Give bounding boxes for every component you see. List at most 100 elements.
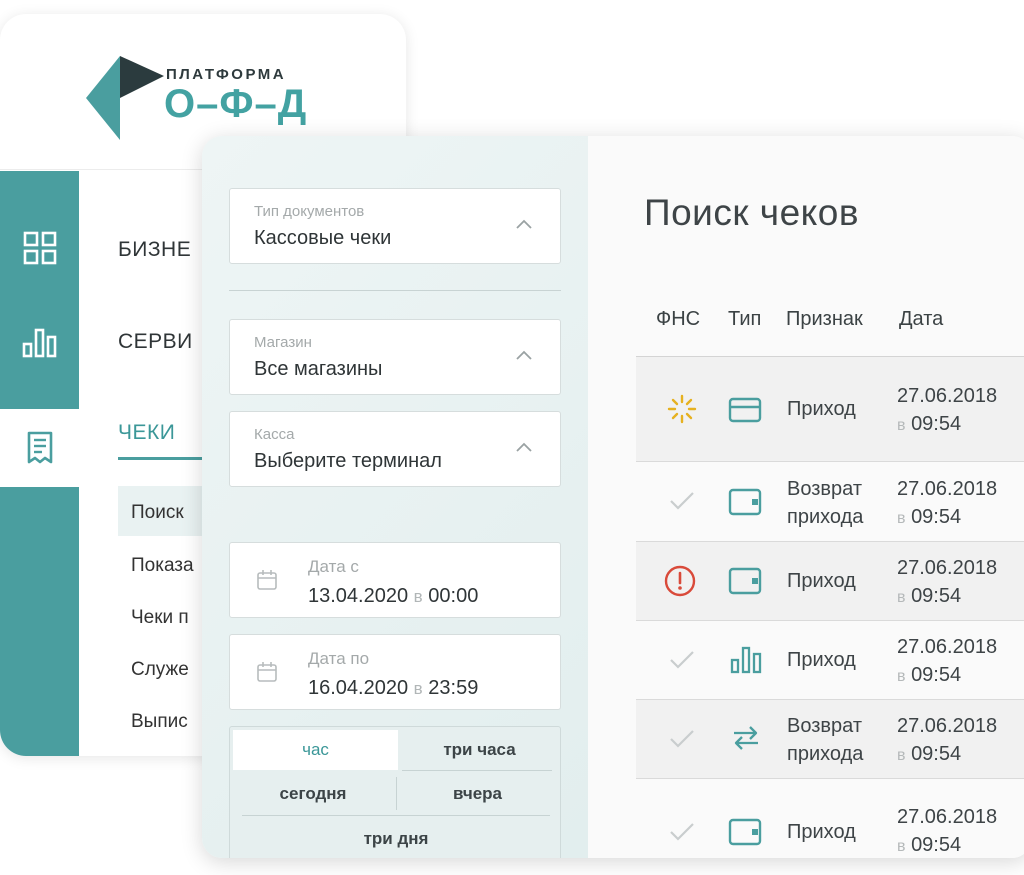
range-divider xyxy=(402,770,552,771)
wallet-icon xyxy=(728,818,762,846)
menu-item-service[interactable]: Служе xyxy=(131,659,189,681)
table-row[interactable]: Приход 27.06.2018 в 09:54 xyxy=(636,542,1024,621)
calendar-icon xyxy=(257,662,277,682)
register-label: Касса xyxy=(254,426,295,443)
bar-chart-icon xyxy=(22,328,56,358)
menu-category-business[interactable]: БИЗНЕ xyxy=(118,238,191,262)
chevron-up-icon xyxy=(516,219,532,229)
row-date: 27.06.2018 в 09:54 xyxy=(897,803,997,858)
check-icon xyxy=(670,651,694,669)
row-date-text: 27.06.2018 xyxy=(897,636,998,658)
icon-rail xyxy=(0,171,79,756)
row-sign-text: Возврат xyxy=(787,478,862,500)
date-to-date: 16.04.2020 xyxy=(308,677,409,699)
shop-value: Все магазины xyxy=(254,358,383,380)
column-header-sign[interactable]: Признак xyxy=(786,308,863,331)
row-time-prefix: в xyxy=(897,668,906,685)
row-time-prefix: в xyxy=(897,589,906,606)
date-from-date: 13.04.2020 xyxy=(308,585,409,607)
date-from-value: 13.04.2020 в 00:00 xyxy=(308,585,478,608)
row-date-text: 27.06.2018 xyxy=(897,806,998,828)
range-three-days-button[interactable]: три дня xyxy=(233,819,559,858)
date-from-time: 00:00 xyxy=(428,585,479,607)
doc-type-select[interactable]: Тип документов Кассовые чеки xyxy=(229,188,561,264)
dashboard-grid-icon xyxy=(23,231,56,265)
row-time-prefix: в xyxy=(897,838,906,855)
range-today-button[interactable]: сегодня xyxy=(233,774,393,814)
table-row[interactable]: Возврат прихода 27.06.2018 в 09:54 xyxy=(636,462,1024,542)
calendar-icon xyxy=(257,570,277,590)
card-icon xyxy=(728,397,762,423)
row-date: 27.06.2018 в 09:54 xyxy=(897,633,997,691)
rail-receipts[interactable] xyxy=(0,409,79,487)
wallet-icon xyxy=(728,488,762,516)
shop-label: Магазин xyxy=(254,334,312,351)
check-icon xyxy=(670,730,694,748)
search-panel: Тип документов Кассовые чеки Магазин Все… xyxy=(202,136,1024,858)
row-sign: Приход xyxy=(787,395,856,423)
range-hour-button[interactable]: час xyxy=(233,730,398,770)
table-row[interactable]: Приход 27.06.2018 в 09:54 xyxy=(636,779,1024,858)
exchange-icon xyxy=(734,726,758,750)
row-time-prefix: в xyxy=(897,510,906,527)
results-area: Поиск чеков ФНС Тип Признак Дата Приход … xyxy=(588,136,1024,858)
quick-range-selector: час три часа сегодня вчера три дня xyxy=(229,726,561,858)
row-time-text: 09:54 xyxy=(911,506,962,528)
date-to-value: 16.04.2020 в 23:59 xyxy=(308,677,478,700)
chart-icon xyxy=(730,646,762,674)
range-three-hours-button[interactable]: три часа xyxy=(402,730,557,770)
menu-category-services[interactable]: СЕРВИ xyxy=(118,330,193,354)
column-header-date[interactable]: Дата xyxy=(899,308,943,331)
shop-select[interactable]: Магазин Все магазины xyxy=(229,319,561,395)
pending-icon xyxy=(667,394,697,424)
rail-analytics[interactable] xyxy=(0,304,79,382)
table-row[interactable]: Приход 27.06.2018 в 09:54 xyxy=(636,357,1024,462)
column-header-type[interactable]: Тип xyxy=(728,308,761,331)
row-time-text: 09:54 xyxy=(911,585,962,607)
filters-divider xyxy=(229,290,561,291)
filters-column: Тип документов Кассовые чеки Магазин Все… xyxy=(202,136,588,858)
column-header-fns[interactable]: ФНС xyxy=(656,308,700,331)
row-sign-text: Приход xyxy=(787,821,856,843)
row-time-prefix: в xyxy=(897,417,906,434)
logo-bottom-text: О–Ф–Д xyxy=(164,82,308,126)
row-date-text: 27.06.2018 xyxy=(897,385,998,407)
date-from-label: Дата с xyxy=(308,557,359,576)
row-sign-text-2: прихода xyxy=(787,743,864,765)
logo-top-text: ПЛАТФОРМА xyxy=(166,66,287,83)
error-icon xyxy=(664,565,696,597)
date-to-sep: в xyxy=(413,679,423,698)
row-time-text: 09:54 xyxy=(911,664,962,686)
chevron-up-icon xyxy=(516,442,532,452)
row-sign-text-2: прихода xyxy=(787,506,864,528)
row-sign: Приход xyxy=(787,646,856,674)
rail-dashboard[interactable] xyxy=(0,209,79,287)
menu-item-search[interactable]: Поиск xyxy=(131,502,184,524)
row-sign-text: Приход xyxy=(787,398,856,420)
row-sign: Возврат прихода xyxy=(787,475,863,531)
date-to-field[interactable]: Дата по 16.04.2020 в 23:59 xyxy=(229,634,561,710)
row-time-prefix: в xyxy=(897,747,906,764)
table-row[interactable]: Возврат прихода 27.06.2018 в 09:54 xyxy=(636,700,1024,779)
menu-item-receipts-by[interactable]: Чеки п xyxy=(131,607,189,629)
menu-item-indicators[interactable]: Показа xyxy=(131,555,194,577)
register-select[interactable]: Касса Выберите терминал xyxy=(229,411,561,487)
page-title: Поиск чеков xyxy=(644,192,859,233)
row-date: 27.06.2018 в 09:54 xyxy=(897,382,997,440)
wallet-icon xyxy=(728,567,762,595)
row-date: 27.06.2018 в 09:54 xyxy=(897,554,997,612)
row-date-text: 27.06.2018 xyxy=(897,557,998,579)
menu-category-receipts[interactable]: ЧЕКИ xyxy=(118,421,175,445)
date-from-sep: в xyxy=(413,587,423,606)
check-icon xyxy=(670,823,694,841)
chevron-up-icon xyxy=(516,350,532,360)
row-sign-text: Приход xyxy=(787,649,856,671)
range-divider xyxy=(242,815,550,816)
row-date: 27.06.2018 в 09:54 xyxy=(897,475,997,533)
date-to-time: 23:59 xyxy=(428,677,479,699)
table-row[interactable]: Приход 27.06.2018 в 09:54 xyxy=(636,621,1024,700)
menu-item-statements[interactable]: Выпис xyxy=(131,711,188,733)
range-yesterday-button[interactable]: вчера xyxy=(400,774,555,814)
date-from-field[interactable]: Дата с 13.04.2020 в 00:00 xyxy=(229,542,561,618)
register-value: Выберите терминал xyxy=(254,450,442,472)
